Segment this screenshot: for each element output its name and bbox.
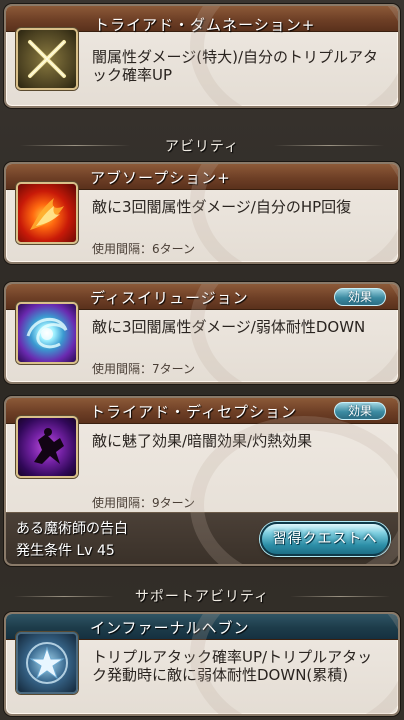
effect-button[interactable]: 効果	[334, 402, 386, 420]
ability-description: 敵に魅了効果/暗闇効果/灼熱効果	[92, 432, 313, 450]
section-support-label: サポートアビリティ	[134, 589, 270, 605]
ability-description: 敵に3回闇属性ダメージ/自分のHP回復	[92, 198, 352, 216]
ability-title: ディスイリュージョン	[90, 289, 249, 307]
unlock-bar: ある魔術師の告白 発生条件 Lv 45 習得クエストへ	[6, 512, 398, 564]
star-icon[interactable]	[16, 632, 78, 694]
ability-card[interactable]: トライアド・ディセプション 効果 敵に魅了効果/暗闇効果/灼熱効果 使用間隔：9…	[4, 396, 400, 566]
unlock-quest-name: ある魔術師の告白	[16, 521, 128, 537]
ability-cooldown: 使用間隔：9ターン	[92, 496, 196, 510]
fire-bird-icon[interactable]	[16, 182, 78, 244]
shadow-figure-icon[interactable]	[16, 416, 78, 478]
section-abilities-label: アビリティ	[164, 139, 240, 155]
ability-title: アブソープション+	[90, 169, 231, 187]
support-title: インファーナルヘブン	[90, 619, 250, 637]
card-title: トライアド・ダムネーション+	[94, 16, 316, 34]
ability-title: トライアド・ディセプション	[90, 403, 297, 421]
swirl-magic-icon[interactable]	[16, 302, 78, 364]
unlock-condition: 発生条件 Lv 45	[16, 543, 115, 559]
support-ability-card[interactable]: インファーナルヘブン トリプルアタック確率UP/トリプルアタック発動時に敵に弱体…	[4, 612, 400, 716]
effect-button[interactable]: 効果	[334, 288, 386, 306]
crossed-swords-icon[interactable]	[16, 28, 78, 90]
ability-cooldown: 使用間隔：7ターン	[92, 362, 196, 376]
card-description: 闇属性ダメージ(特大)/自分のトリプルアタック確率UP	[92, 48, 379, 84]
ability-card[interactable]: ディスイリュージョン 効果 敵に3回闇属性ダメージ/弱体耐性DOWN 使用間隔：…	[4, 282, 400, 384]
ability-cooldown: 使用間隔：6ターン	[92, 242, 196, 256]
learn-quest-button[interactable]: 習得クエストへ	[260, 522, 390, 556]
ability-card[interactable]: アブソープション+ 敵に3回闇属性ダメージ/自分のHP回復 使用間隔：6ターン	[4, 162, 400, 264]
ability-description: 敵に3回闇属性ダメージ/弱体耐性DOWN	[92, 318, 366, 336]
top-ability-card: トライアド・ダムネーション+ 闇属性ダメージ(特大)/自分のトリプルアタック確率…	[4, 4, 400, 108]
support-description: トリプルアタック確率UP/トリプルアタック発動時に敵に弱体耐性DOWN(累積)	[92, 648, 373, 684]
